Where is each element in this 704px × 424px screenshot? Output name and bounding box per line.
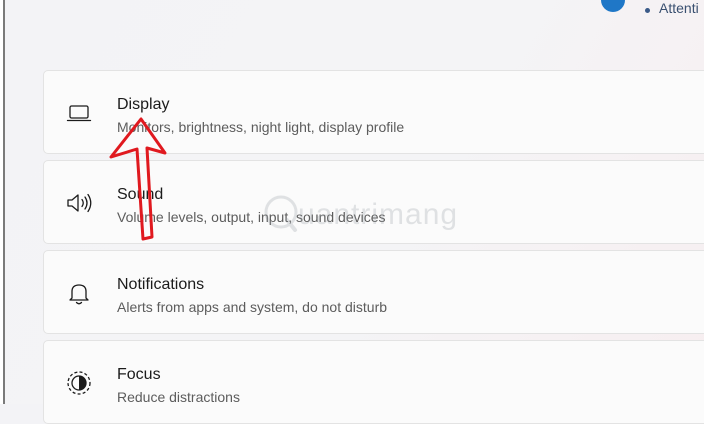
settings-item-subtitle: Reduce distractions: [117, 389, 240, 405]
avatar-circle[interactable]: [601, 0, 625, 12]
laptop-icon: [65, 99, 93, 127]
focus-icon: [65, 369, 93, 397]
settings-item-focus[interactable]: Focus Reduce distractions: [43, 340, 704, 424]
bullet-dot: [645, 8, 650, 13]
settings-item-title: Focus: [117, 366, 161, 383]
top-banner: Attenti: [0, 0, 704, 30]
settings-item-display[interactable]: Display Monitors, brightness, night ligh…: [43, 70, 704, 154]
bell-icon: [65, 279, 93, 307]
settings-item-subtitle: Volume levels, output, input, sound devi…: [117, 209, 386, 225]
settings-item-title: Display: [117, 96, 170, 113]
settings-item-subtitle: Alerts from apps and system, do not dist…: [117, 299, 388, 315]
attention-text: Attenti: [659, 0, 699, 16]
settings-item-sound[interactable]: Sound Volume levels, output, input, soun…: [43, 160, 704, 244]
window-left-edge: [0, 0, 5, 404]
settings-item-title: Sound: [117, 186, 164, 203]
speaker-icon: [65, 189, 93, 217]
settings-item-notifications[interactable]: Notifications Alerts from apps and syste…: [43, 250, 704, 334]
settings-item-subtitle: Monitors, brightness, night light, displ…: [117, 119, 405, 135]
settings-item-title: Notifications: [117, 276, 205, 293]
